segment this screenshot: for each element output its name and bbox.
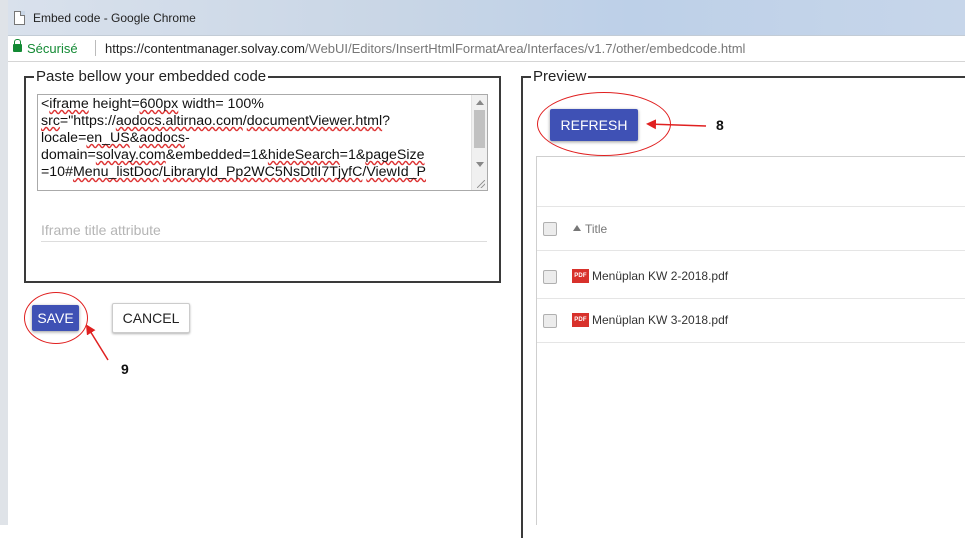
refresh-arrow bbox=[646, 119, 707, 130]
save-arrow bbox=[85, 324, 109, 361]
annotation-arrows bbox=[85, 119, 707, 361]
step-number-8: 8 bbox=[716, 117, 724, 133]
step-number-9: 9 bbox=[121, 361, 129, 377]
browser-window: Embed code - Google Chrome Sécurisé http… bbox=[0, 0, 965, 538]
